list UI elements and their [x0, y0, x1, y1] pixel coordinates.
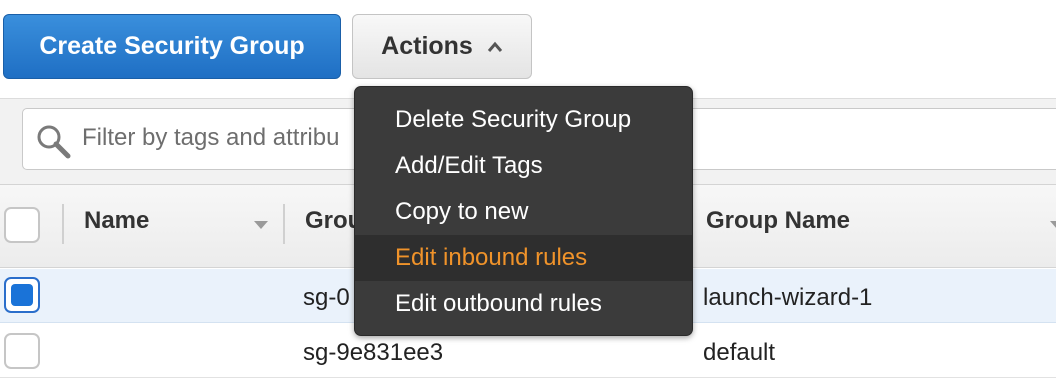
group-id-cell: sg-9e831ee3 [303, 339, 444, 366]
actions-label: Actions [381, 32, 473, 60]
column-separator [283, 204, 285, 244]
create-security-group-button[interactable]: Create Security Group [3, 14, 341, 79]
column-separator [62, 204, 64, 244]
sort-down-icon[interactable] [1050, 221, 1056, 229]
menu-item-edit-outbound-rules[interactable]: Edit outbound rules [355, 281, 692, 327]
row-checkbox[interactable] [4, 277, 40, 313]
group-name-cell: default [703, 339, 776, 366]
column-header-name[interactable]: Name [84, 207, 149, 235]
filter-placeholder: Filter by tags and attribu [82, 124, 340, 151]
create-security-group-label: Create Security Group [39, 32, 305, 60]
menu-item-edit-inbound-rules[interactable]: Edit inbound rules [355, 235, 692, 281]
menu-item-add-edit-tags[interactable]: Add/Edit Tags [355, 143, 692, 189]
actions-button[interactable]: Actions [352, 14, 532, 79]
group-id-cell: sg-0 [303, 284, 350, 311]
chevron-up-icon [487, 41, 502, 52]
group-name-cell: launch-wizard-1 [703, 284, 873, 311]
select-all-checkbox[interactable] [4, 207, 40, 243]
menu-item-delete-security-group[interactable]: Delete Security Group [355, 97, 692, 143]
actions-dropdown-menu: Delete Security Group Add/Edit Tags Copy… [354, 86, 693, 336]
menu-item-copy-to-new[interactable]: Copy to new [355, 189, 692, 235]
search-icon [37, 125, 71, 159]
column-header-group-name[interactable]: Group Name [706, 207, 850, 235]
row-checkbox[interactable] [4, 333, 40, 369]
sort-down-icon[interactable] [254, 221, 268, 229]
checkbox-checked-mark [11, 284, 33, 306]
